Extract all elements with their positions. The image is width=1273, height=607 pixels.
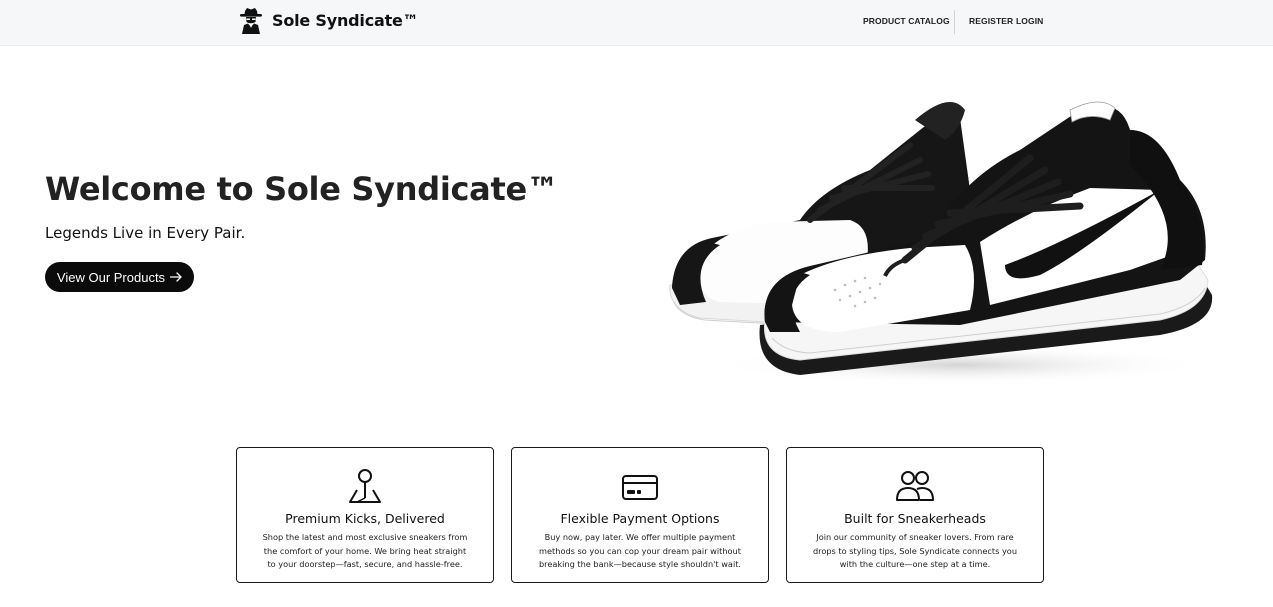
view-products-label: View Our Products [56, 269, 166, 285]
nav-product-catalog[interactable]: PRODUCT CATALOG [863, 16, 950, 26]
brand-link[interactable]: Sole Syndicate™ [238, 7, 419, 35]
feature-text: Shop the latest and most exclusive sneak… [262, 532, 468, 569]
feature-title: Flexible Payment Options [560, 511, 720, 526]
feature-text: Buy now, pay later. We offer multiple pa… [538, 532, 742, 569]
navbar: Sole Syndicate™ PRODUCT CATALOG REGISTER… [0, 0, 1273, 46]
arrow-right-icon [170, 272, 182, 282]
detective-logo-icon [240, 8, 262, 34]
people-icon [896, 471, 934, 501]
feature-card-community: Built for Sneakerheads Join our communit… [786, 447, 1044, 583]
feature-card-payment: Flexible Payment Options Buy now, pay la… [511, 447, 769, 583]
view-products-button[interactable]: View Our Products [45, 262, 194, 292]
nav-login[interactable]: LOGIN [1016, 16, 1043, 26]
hero-subtitle: Legends Live in Every Pair. [45, 224, 246, 242]
feature-text: Join our community of sneaker lovers. Fr… [812, 532, 1018, 569]
hero-title: Welcome to Sole Syndicate™ [45, 170, 559, 208]
nav-register[interactable]: REGISTER [969, 16, 1013, 26]
credit-card-icon [622, 475, 658, 500]
map-pin-icon [349, 469, 381, 503]
brand-name: Sole Syndicate™ [272, 11, 419, 30]
feature-card-delivery: Premium Kicks, Delivered Shop the latest… [236, 447, 494, 583]
feature-title: Built for Sneakerheads [844, 511, 986, 526]
sneaker-image [669, 101, 1213, 385]
nav-divider [954, 10, 955, 34]
feature-title: Premium Kicks, Delivered [285, 511, 445, 526]
